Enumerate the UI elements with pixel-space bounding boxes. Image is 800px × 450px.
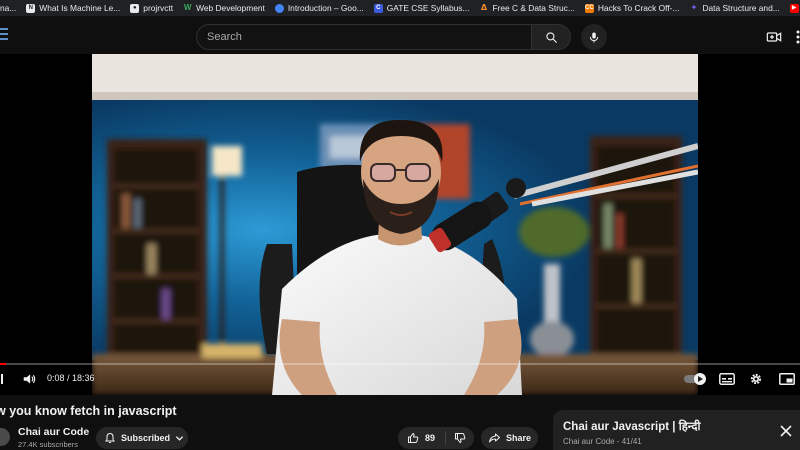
bookmark-item[interactable]: ● projrvctt [125,0,178,16]
bookmark-label: na... [0,3,17,13]
bookmark-label: Data Structure and... [702,3,780,13]
github-icon: ● [130,3,140,13]
youtube-icon: ▶ [789,3,799,13]
bookmark-label: Introduction – Goo... [287,3,364,13]
bookmarks-bar: na... N What Is Machine Le... ● projrvctt W We… [0,0,800,16]
subscriber-count: 27.4K subscribers [18,440,79,449]
bookmark-label: Web Development [196,3,265,13]
close-icon [780,425,792,437]
progress-bar[interactable] [0,363,800,365]
more-vertical-icon [796,30,800,44]
star-icon: ✦ [690,3,698,12]
playlist-title[interactable]: Chai aur Javascript | हिन्दी [563,419,700,434]
masthead [0,16,800,54]
video-title: w you know fetch in javascript [0,404,177,418]
c-icon: C [373,3,383,13]
playlist-meta: Chai aur Code - 41/41 [563,437,642,446]
volume-icon [23,374,36,384]
globe-icon [274,3,284,13]
next-button[interactable] [0,371,10,387]
settings-button[interactable] [748,371,764,387]
bookmark-label: What Is Machine Le... [39,3,121,13]
bookmark-label: Hacks To Crack Off-... [597,3,680,13]
subtitles-icon [719,373,735,385]
bell-icon [105,432,115,444]
bookmark-item[interactable]: W Web Development [178,0,270,16]
bookmark-item[interactable]: N What Is Machine Le... [21,0,125,16]
share-button[interactable]: Share [481,427,538,449]
search-button[interactable] [531,24,571,50]
bookmark-label: GATE CSE Syllabus... [386,3,470,13]
bookmark-item[interactable]: CC Hacks To Crack Off-... [580,0,685,16]
progress-fill [0,363,6,365]
share-label: Share [506,433,532,443]
subscribed-button[interactable]: Subscribed [96,427,188,449]
autoplay-toggle[interactable] [684,372,708,386]
search-icon [545,31,557,43]
subtitles-button[interactable] [718,372,736,386]
menu-icon[interactable] [0,28,10,42]
cc-icon: CC [584,3,594,13]
youtube-watch-page: na... N What Is Machine Le... ● projrvctt W We… [0,0,800,450]
playlist-panel[interactable]: Chai aur Javascript | हिन्दी Chai aur Co… [553,410,800,450]
dislike-button[interactable] [446,427,474,449]
search-box[interactable] [196,24,532,50]
autoplay-toggle-icon [684,373,706,385]
channel-name[interactable]: Chai aur Code [18,426,89,438]
video-player[interactable] [0,54,800,395]
bookmark-label: Free C & Data Struc... [492,3,575,13]
microphone-icon [590,32,598,42]
like-button[interactable]: 89 [398,427,445,449]
subscribed-label: Subscribed [121,433,171,443]
bookmark-item[interactable]: ✦ Data Structure and... [684,0,784,16]
thumbs-down-icon [455,433,466,443]
more-options-button[interactable] [794,29,800,45]
bookmark-item[interactable]: na... [0,0,21,16]
bookmark-item[interactable]: ᐃ Free C & Data Struc... [474,0,579,16]
bookmark-item[interactable]: Introduction – Goo... [270,0,369,16]
create-video-button[interactable] [766,29,782,45]
create-video-icon [766,32,782,42]
channel-avatar[interactable] [0,428,10,446]
flame-icon: ᐃ [480,3,488,12]
video-scene-image [92,54,698,395]
bookmark-item[interactable]: C GATE CSE Syllabus... [369,0,475,16]
thumbs-up-icon [408,433,419,443]
bookmark-item[interactable]: ▶YouTube [785,0,800,16]
miniplayer-button[interactable] [778,372,796,386]
voice-search-button[interactable] [581,24,607,50]
next-icon [1,374,3,384]
miniplayer-icon [779,373,795,385]
notion-icon: N [26,3,36,13]
bookmark-label: projrvctt [143,3,174,13]
volume-button[interactable] [20,371,38,387]
video-frame[interactable] [92,54,698,395]
time-display: 0:08 / 18:36 [47,373,95,383]
like-dislike-group: 89 [398,427,474,449]
gear-icon [750,373,762,385]
w-icon: W [183,3,192,12]
chevron-down-icon [175,435,184,441]
close-playlist-button[interactable] [779,424,793,438]
share-icon [489,433,500,443]
like-count: 89 [425,433,436,443]
search-input[interactable] [207,31,532,43]
